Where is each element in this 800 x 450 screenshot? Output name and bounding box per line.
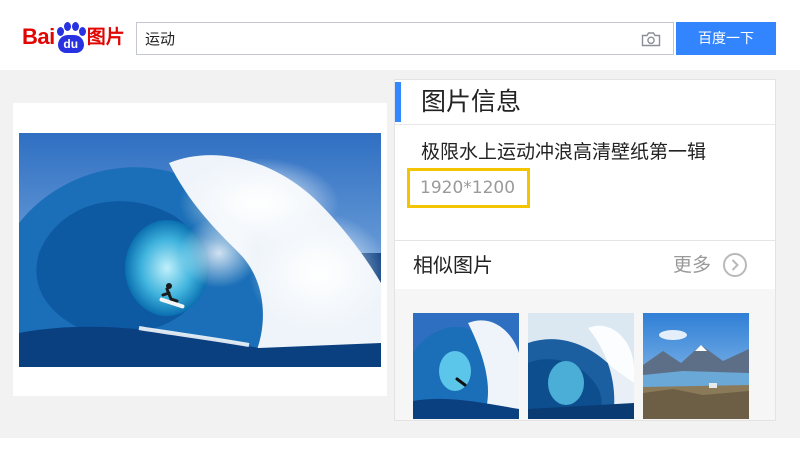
header: Bai du 图片 百度一下 — [0, 0, 800, 70]
accent-bar — [395, 82, 401, 122]
similar-images-title: 相似图片 — [413, 253, 493, 277]
camera-icon[interactable] — [641, 31, 661, 47]
image-preview-panel — [13, 103, 387, 396]
search-input[interactable] — [145, 23, 625, 54]
info-panel-title: 图片信息 — [421, 87, 522, 116]
image-title: 极限水上运动冲浪高清壁纸第一辑 — [421, 141, 707, 163]
baidu-images-logo[interactable]: Bai du 图片 — [22, 20, 125, 54]
paw-icon: du — [56, 22, 86, 54]
logo-text-du: du — [57, 35, 84, 53]
similar-images-header: 相似图片 更多 — [395, 240, 775, 289]
more-link[interactable]: 更多 — [673, 252, 711, 278]
chevron-right-icon[interactable] — [723, 253, 747, 277]
search-box — [136, 22, 674, 55]
logo-text-pictures: 图片 — [86, 26, 125, 48]
similar-thumbnail-mountains[interactable] — [643, 313, 749, 419]
image-info-panel: 图片信息 极限水上运动冲浪高清壁纸第一辑 1920*1200 相似图片 更多 — [394, 79, 776, 421]
info-header: 图片信息 — [395, 80, 775, 125]
image-size-highlight: 1920*1200 — [407, 168, 530, 208]
similar-thumbnail-wave[interactable] — [528, 313, 634, 419]
search-button[interactable]: 百度一下 — [676, 22, 776, 55]
similar-thumbnail-surfer[interactable] — [413, 313, 519, 419]
surf-wave-image[interactable] — [19, 133, 381, 367]
logo-text-bai: Bai — [22, 24, 55, 49]
image-size-text: 1920*1200 — [420, 178, 516, 198]
